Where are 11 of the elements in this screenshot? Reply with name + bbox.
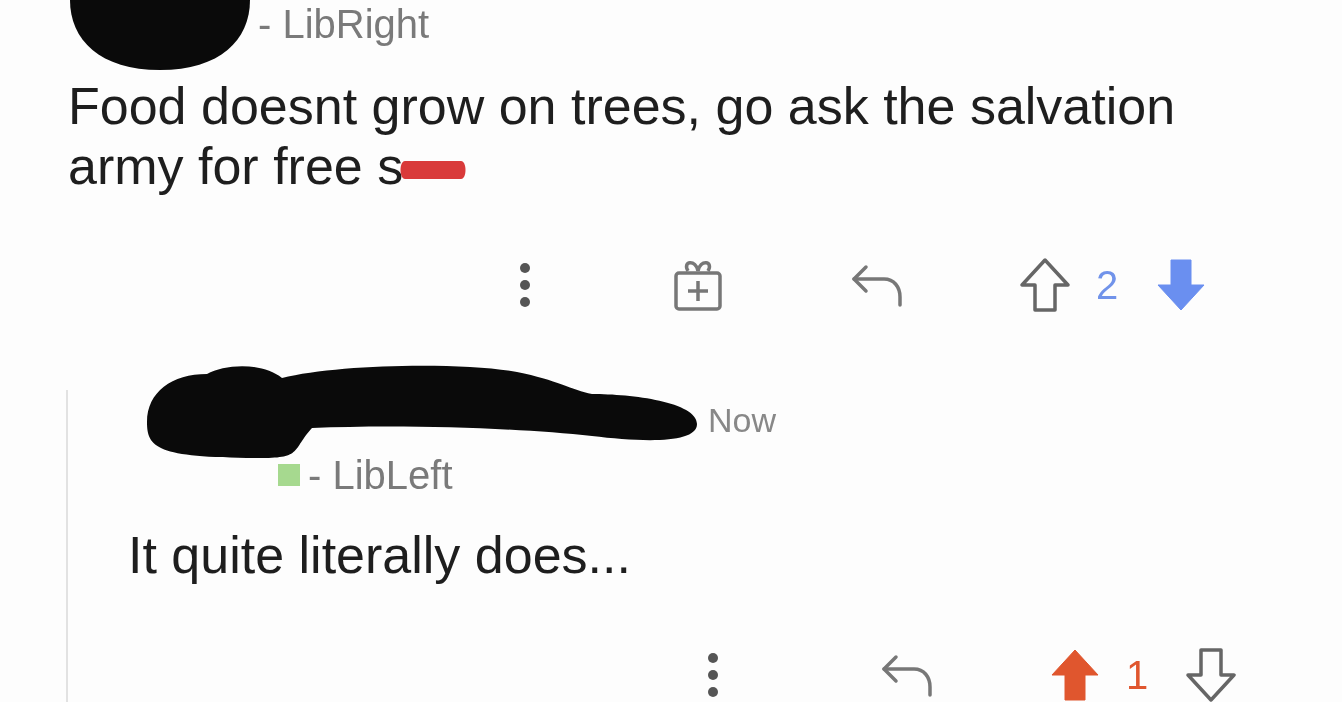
more-icon[interactable]: [707, 652, 719, 698]
comment-text: It quite literally does...: [128, 526, 631, 584]
timestamp: Now: [708, 400, 777, 440]
downvote-icon[interactable]: [1184, 647, 1238, 702]
vote-score: 2: [1094, 262, 1120, 308]
comment-text: Food doesnt grow on trees, go ask the salvation army for free s: [68, 77, 1176, 195]
user-flair: - LibRight: [258, 4, 430, 44]
upvote-icon[interactable]: [1018, 257, 1072, 313]
user-flair: - LibLeft: [308, 455, 453, 495]
more-icon[interactable]: [519, 262, 531, 308]
vote-score: 1: [1124, 652, 1150, 698]
